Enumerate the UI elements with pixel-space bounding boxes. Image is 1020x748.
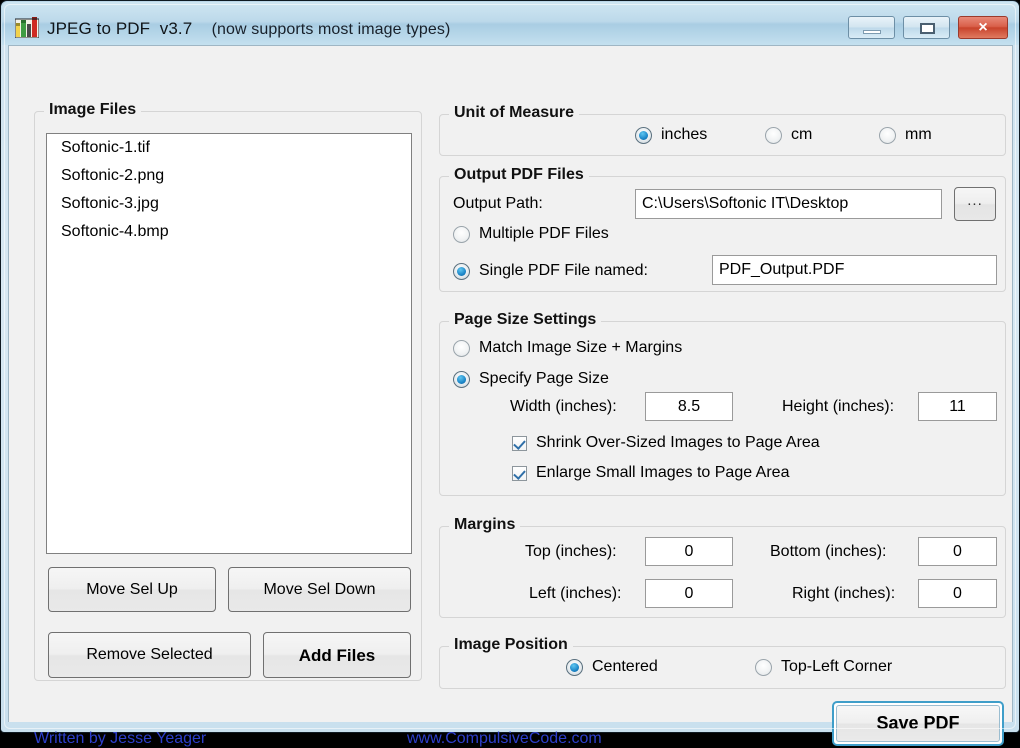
margin-bottom-label: Bottom (inches): [770, 543, 887, 560]
image-position-group-title: Image Position [449, 636, 573, 654]
radio-match-image-size-label: Match Image Size + Margins [479, 339, 683, 356]
checkbox-enlarge-small[interactable]: Enlarge Small Images to Page Area [512, 464, 789, 482]
image-files-listbox[interactable]: Softonic-1.tif Softonic-2.png Softonic-3… [46, 133, 412, 554]
radio-indicator-icon [453, 370, 470, 388]
radio-position-centered-label: Centered [592, 658, 658, 675]
radio-unit-inches-label: inches [661, 126, 708, 143]
maximize-icon [920, 23, 935, 34]
radio-indicator-icon [635, 126, 652, 144]
save-pdf-button-frame: Save PDF [832, 701, 1004, 746]
margin-top-input[interactable]: 0 [645, 537, 733, 566]
checkbox-indicator-icon [512, 465, 527, 481]
radio-match-image-size[interactable]: Match Image Size + Margins [453, 339, 682, 357]
radio-unit-mm-label: mm [905, 126, 932, 143]
checkbox-indicator-icon [512, 435, 527, 451]
app-bars-icon [14, 16, 40, 39]
add-files-button[interactable]: Add Files [263, 632, 411, 678]
minimize-icon [863, 30, 881, 34]
height-input[interactable]: 11 [918, 392, 997, 421]
radio-position-top-left-label: Top-Left Corner [781, 658, 893, 675]
single-pdf-filename-input[interactable]: PDF_Output.PDF [712, 255, 997, 285]
maximize-button[interactable] [903, 16, 950, 39]
list-item[interactable]: Softonic-2.png [47, 162, 411, 190]
margins-group: Margins Top (inches): 0 Bottom (inches):… [439, 516, 1006, 618]
radio-specify-page-size-label: Specify Page Size [479, 370, 609, 387]
window-title-subtitle: (now supports most image types) [211, 21, 451, 38]
output-path-label: Output Path: [453, 195, 543, 212]
radio-indicator-icon [453, 339, 470, 357]
image-files-group: Image Files Softonic-1.tif Softonic-2.pn… [34, 101, 422, 681]
radio-unit-inches[interactable]: inches [635, 126, 707, 144]
output-pdf-files-group-title: Output PDF Files [449, 166, 589, 184]
checkbox-shrink-oversized[interactable]: Shrink Over-Sized Images to Page Area [512, 434, 820, 452]
unit-of-measure-group: Unit of Measure inches cm mm [439, 104, 1006, 156]
window-title-version: v3.7 [159, 19, 193, 38]
client-area: Image Files Softonic-1.tif Softonic-2.pn… [8, 45, 1013, 747]
page-size-settings-group: Page Size Settings Match Image Size + Ma… [439, 311, 1006, 496]
save-pdf-button[interactable]: Save PDF [836, 705, 1000, 742]
output-pdf-files-group: Output PDF Files Output Path: C:\Users\S… [439, 166, 1006, 292]
image-files-group-title: Image Files [44, 101, 142, 119]
margin-left-input[interactable]: 0 [645, 579, 733, 608]
height-label: Height (inches): [782, 398, 895, 415]
width-label: Width (inches): [510, 398, 617, 415]
radio-indicator-icon [453, 262, 470, 280]
list-item[interactable]: Softonic-4.bmp [47, 218, 411, 246]
checkbox-shrink-oversized-label: Shrink Over-Sized Images to Page Area [536, 434, 820, 451]
radio-unit-mm[interactable]: mm [879, 126, 932, 144]
close-icon: × [978, 19, 988, 36]
image-position-group: Image Position Centered Top-Left Corner [439, 636, 1006, 689]
list-item[interactable]: Softonic-3.jpg [47, 190, 411, 218]
radio-indicator-icon [755, 658, 772, 676]
margin-bottom-input[interactable]: 0 [918, 537, 997, 566]
radio-single-pdf-file-label: Single PDF File named: [479, 262, 648, 279]
radio-indicator-icon [879, 126, 896, 144]
list-item[interactable]: Softonic-1.tif [47, 134, 411, 162]
remove-selected-button[interactable]: Remove Selected [48, 632, 251, 678]
radio-unit-cm-label: cm [791, 126, 813, 143]
checkbox-enlarge-small-label: Enlarge Small Images to Page Area [536, 464, 790, 481]
margin-right-label: Right (inches): [792, 585, 896, 602]
width-input[interactable]: 8.5 [645, 392, 733, 421]
radio-multiple-pdf-files-label: Multiple PDF Files [479, 225, 609, 242]
radio-single-pdf-file[interactable]: Single PDF File named: [453, 262, 648, 280]
radio-multiple-pdf-files[interactable]: Multiple PDF Files [453, 225, 609, 243]
margin-right-input[interactable]: 0 [918, 579, 997, 608]
radio-specify-page-size[interactable]: Specify Page Size [453, 370, 609, 388]
output-path-input[interactable]: C:\Users\Softonic IT\Desktop [635, 189, 942, 219]
radio-indicator-icon [566, 658, 583, 676]
browse-button[interactable]: ... [954, 187, 996, 221]
margins-group-title: Margins [449, 516, 521, 534]
move-sel-up-button[interactable]: Move Sel Up [48, 567, 216, 612]
margin-left-label: Left (inches): [529, 585, 622, 602]
title-bar: JPEG to PDF v3.7 (now supports most imag… [2, 2, 1019, 45]
close-button[interactable]: × [958, 16, 1008, 39]
window-title-app: JPEG to PDF [47, 19, 151, 38]
radio-unit-cm[interactable]: cm [765, 126, 812, 144]
window-title: JPEG to PDF v3.7 (now supports most imag… [47, 19, 450, 39]
radio-indicator-icon [453, 225, 470, 243]
radio-indicator-icon [765, 126, 782, 144]
page-size-settings-group-title: Page Size Settings [449, 311, 602, 329]
radio-position-centered[interactable]: Centered [566, 658, 658, 676]
radio-position-top-left[interactable]: Top-Left Corner [755, 658, 892, 676]
unit-of-measure-group-title: Unit of Measure [449, 104, 580, 122]
move-sel-down-button[interactable]: Move Sel Down [228, 567, 411, 612]
application-window: JPEG to PDF v3.7 (now supports most imag… [0, 0, 1020, 747]
margin-top-label: Top (inches): [525, 543, 617, 560]
minimize-button[interactable] [848, 16, 895, 39]
